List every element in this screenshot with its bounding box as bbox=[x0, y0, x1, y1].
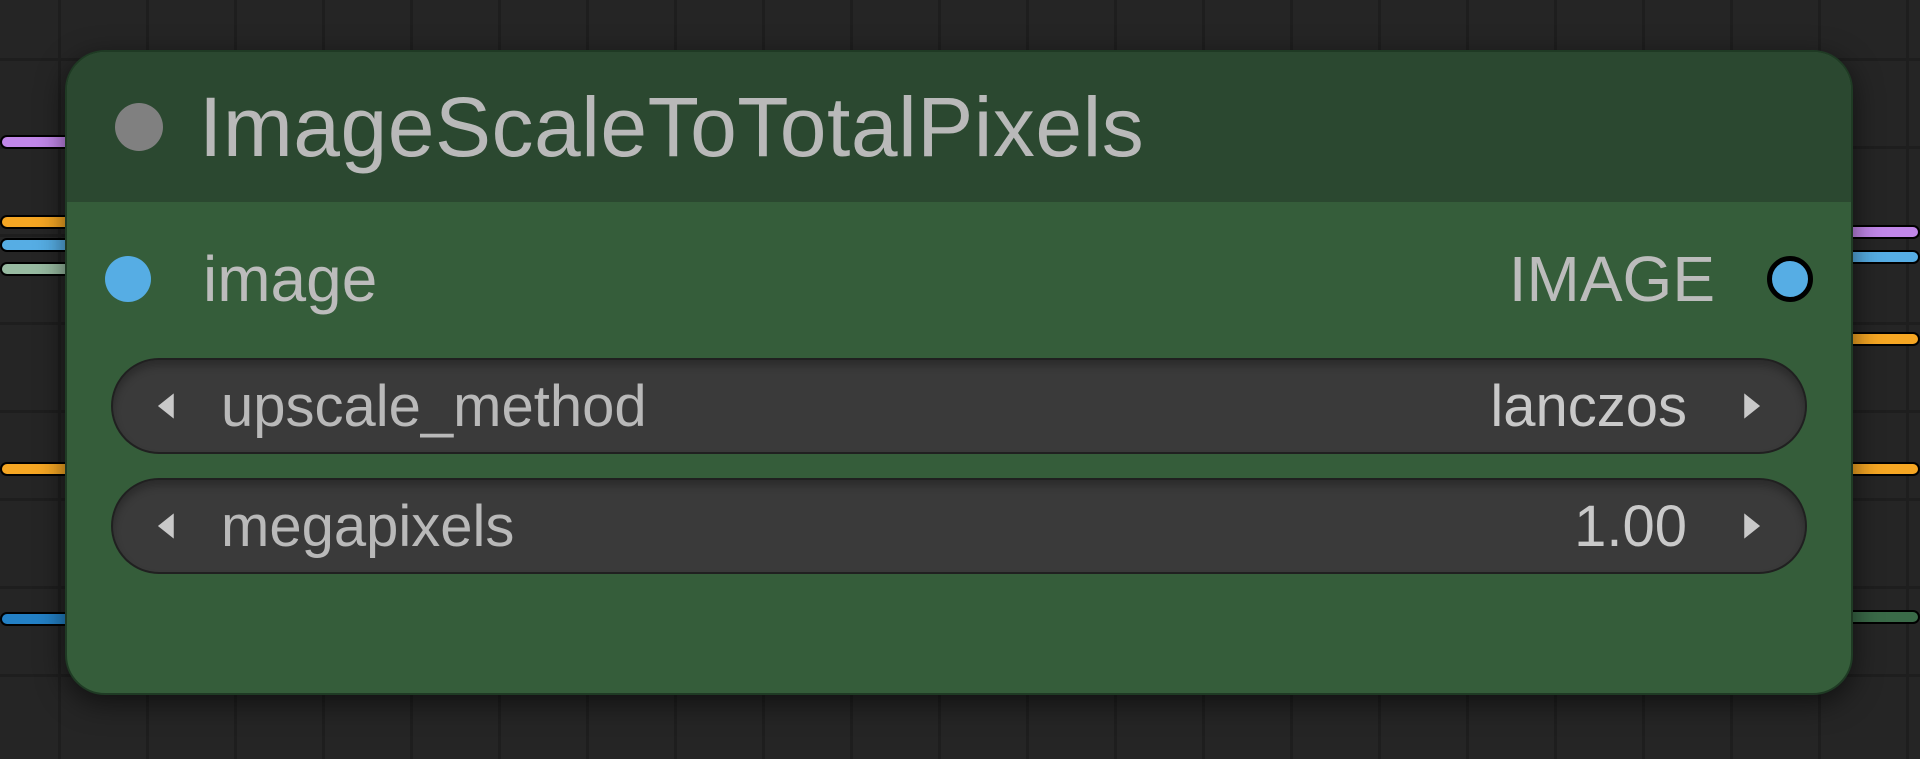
output-port-label: IMAGE bbox=[1509, 242, 1715, 316]
node-titlebar[interactable]: ImageScaleToTotalPixels bbox=[67, 52, 1851, 202]
port-dot-icon[interactable] bbox=[1767, 256, 1813, 302]
param-value[interactable]: lanczos bbox=[1490, 373, 1687, 440]
param-name-label: upscale_method bbox=[221, 373, 1470, 440]
param-megapixels[interactable]: megapixels 1.00 bbox=[111, 478, 1807, 574]
collapse-toggle-dot[interactable] bbox=[115, 103, 163, 151]
input-port-image[interactable]: image bbox=[77, 242, 377, 316]
params-list: upscale_method lanczos megapixels 1.00 bbox=[67, 344, 1851, 574]
node-body: image IMAGE upscale_method lanczos bbox=[67, 202, 1851, 574]
port-row: image IMAGE bbox=[67, 242, 1851, 316]
prev-arrow-icon[interactable] bbox=[141, 378, 197, 434]
param-value[interactable]: 1.00 bbox=[1574, 493, 1687, 560]
node-image-scale-to-total-pixels[interactable]: ImageScaleToTotalPixels image IMAGE upsc… bbox=[65, 50, 1853, 695]
next-arrow-icon[interactable] bbox=[1721, 498, 1777, 554]
input-port-label: image bbox=[203, 242, 377, 316]
output-port-image[interactable]: IMAGE bbox=[1509, 242, 1841, 316]
next-arrow-icon[interactable] bbox=[1721, 378, 1777, 434]
param-upscale-method[interactable]: upscale_method lanczos bbox=[111, 358, 1807, 454]
param-name-label: megapixels bbox=[221, 493, 1554, 560]
port-dot-icon[interactable] bbox=[105, 256, 151, 302]
node-title: ImageScaleToTotalPixels bbox=[199, 79, 1144, 176]
prev-arrow-icon[interactable] bbox=[141, 498, 197, 554]
